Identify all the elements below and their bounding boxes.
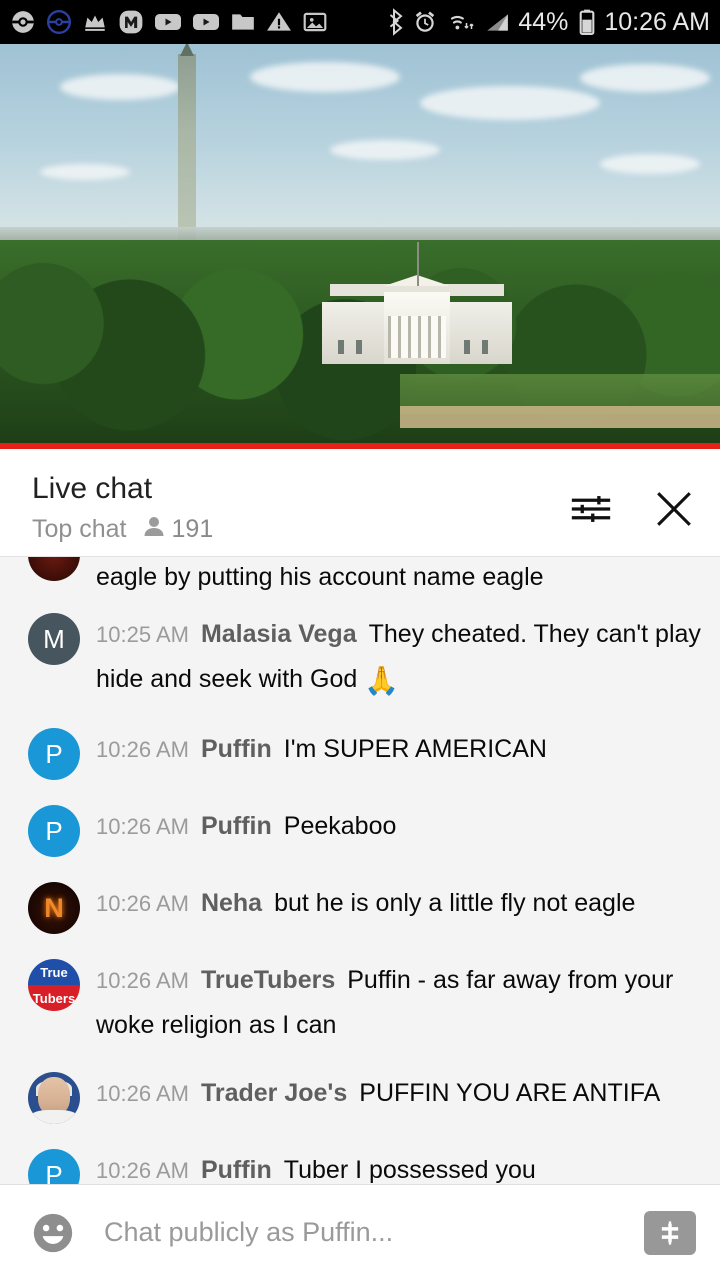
page-title: Live chat <box>32 472 153 505</box>
chat-message-body: 10:26 AM Trader Joe's PUFFIN YOU ARE ANTIF… <box>96 1069 702 1116</box>
emoji-face-icon[interactable] <box>30 1210 76 1256</box>
chat-mode-label[interactable]: Top chat <box>32 515 127 544</box>
pokeball-icon <box>10 9 36 35</box>
pokeball-outline-icon <box>46 9 72 35</box>
avatar[interactable] <box>28 1072 80 1124</box>
battery-percent-label: 44% <box>518 7 569 36</box>
live-chat-header: Live chat Top chat 191 <box>0 449 720 556</box>
avatar-top-text: True <box>28 959 80 985</box>
avatar[interactable]: N <box>28 882 80 934</box>
cloud-icon <box>580 64 710 92</box>
chat-message-row[interactable]: P 10:26 AM Puffin Tuber I possessed you <box>0 1135 720 1184</box>
chat-message-body: eagle by putting his account name eagle <box>96 557 702 597</box>
message-author[interactable]: Trader Joe's <box>201 1079 347 1107</box>
message-text: Peekaboo <box>283 812 397 840</box>
bluetooth-icon <box>384 8 404 36</box>
cloud-icon <box>40 164 130 180</box>
avatar-letter: P <box>45 815 63 846</box>
chat-message-row[interactable]: P 10:26 AM Puffin Peekaboo <box>0 791 720 868</box>
avatar[interactable]: M <box>28 613 80 665</box>
message-author[interactable]: Puffin <box>201 1156 272 1184</box>
avatar-photo-shirt <box>31 1110 77 1124</box>
chat-message-body: 10:26 AM Neha but he is only a little fly … <box>96 879 702 926</box>
message-timestamp: 10:26 AM <box>96 968 189 993</box>
cloud-icon <box>60 74 180 100</box>
chat-message-row[interactable]: P 10:26 AM Puffin I'm SUPER AMERICAN <box>0 714 720 791</box>
battery-icon <box>578 8 596 36</box>
message-timestamp: 10:25 AM <box>96 622 189 647</box>
folder-icon <box>230 9 256 35</box>
viewer-count-group: 191 <box>143 515 214 544</box>
chat-message-body: 10:26 AM Puffin Tuber I possessed you <box>96 1146 702 1184</box>
message-text: Tuber I possessed you <box>283 1156 536 1184</box>
crown-icon <box>82 9 108 35</box>
avatar[interactable] <box>28 557 80 581</box>
message-text: eagle by putting his account name eagle <box>96 563 544 591</box>
chat-header-actions <box>570 471 696 531</box>
chat-message-body: 10:25 AM Malasia Vega They cheated. They c… <box>96 610 702 703</box>
chat-message-body: 10:26 AM Puffin I'm SUPER AMERICAN <box>96 725 702 772</box>
message-text: PUFFIN YOU ARE ANTIFA <box>359 1079 661 1107</box>
chat-message-row[interactable]: True Tubers 10:26 AM TrueTubers Puffin - as … <box>0 945 720 1058</box>
person-icon <box>143 515 165 544</box>
m-app-icon <box>118 9 144 35</box>
avatar-letter: P <box>45 738 63 769</box>
chat-message-row[interactable]: eagle by putting his account name eagle <box>0 557 720 599</box>
close-icon[interactable] <box>652 487 696 531</box>
alarm-icon <box>412 9 438 35</box>
avatar-letter: N <box>44 892 64 923</box>
avatar[interactable]: P <box>28 728 80 780</box>
white-house-building <box>322 242 512 364</box>
message-text: I'm SUPER AMERICAN <box>283 735 547 763</box>
cloud-icon <box>250 62 400 92</box>
message-text: but he is only a little fly not eagle <box>274 889 636 917</box>
avatar-bottom-text: Tubers <box>28 985 80 1011</box>
youtube-icon-2 <box>192 9 220 35</box>
message-author[interactable]: Neha <box>201 889 262 917</box>
signal-icon <box>484 9 510 35</box>
chat-message-body: 10:26 AM Puffin Peekaboo <box>96 802 702 849</box>
chat-title-block: Live chat Top chat 191 <box>32 471 213 544</box>
chat-message-row[interactable]: M 10:25 AM Malasia Vega They cheated. They … <box>0 599 720 714</box>
status-bar-clock: 10:26 AM <box>604 7 710 36</box>
cloud-icon <box>600 154 700 174</box>
message-timestamp: 10:26 AM <box>96 1081 189 1106</box>
chat-subtitle-row: Top chat 191 <box>32 515 213 544</box>
status-bar: 44% 10:26 AM <box>0 0 720 44</box>
washington-monument <box>178 44 196 244</box>
message-timestamp: 10:26 AM <box>96 891 189 916</box>
chat-input[interactable] <box>76 1217 644 1248</box>
avatar[interactable]: True Tubers <box>28 959 80 1011</box>
chat-message-row[interactable]: 10:26 AM Trader Joe's PUFFIN YOU ARE ANTIF… <box>0 1058 720 1135</box>
wifi-icon <box>446 9 476 35</box>
warning-triangle-icon <box>266 9 292 35</box>
message-author[interactable]: TrueTubers <box>201 966 335 994</box>
avatar[interactable]: P <box>28 805 80 857</box>
chat-settings-icon[interactable] <box>570 488 612 530</box>
youtube-icon <box>154 9 182 35</box>
message-emoji: 🙏 <box>364 665 400 696</box>
avatar-letter: P <box>45 1159 63 1185</box>
avatar[interactable]: P <box>28 1149 80 1184</box>
cloud-icon <box>330 140 440 160</box>
chat-message-row[interactable]: N 10:26 AM Neha but he is only a little fly… <box>0 868 720 945</box>
chat-message-body: 10:26 AM TrueTubers Puffin - as far away f… <box>96 956 702 1047</box>
message-author[interactable]: Puffin <box>201 812 272 840</box>
live-chat-message-list[interactable]: eagle by putting his account name eagle M… <box>0 556 720 1184</box>
image-icon <box>302 9 328 35</box>
status-bar-system: 44% 10:26 AM <box>384 8 710 37</box>
viewer-count: 191 <box>171 515 214 543</box>
message-author[interactable]: Puffin <box>201 735 272 763</box>
superchat-dollar-button[interactable] <box>644 1210 696 1255</box>
avatar-letter: M <box>43 623 65 654</box>
status-bar-notifications <box>10 9 328 35</box>
message-timestamp: 10:26 AM <box>96 814 189 839</box>
message-author[interactable]: Malasia Vega <box>201 620 357 648</box>
cloud-icon <box>420 86 600 120</box>
message-timestamp: 10:26 AM <box>96 737 189 762</box>
chat-input-bar <box>0 1184 720 1280</box>
video-player[interactable] <box>0 44 720 449</box>
message-timestamp: 10:26 AM <box>96 1158 189 1183</box>
walking-path <box>400 406 720 428</box>
